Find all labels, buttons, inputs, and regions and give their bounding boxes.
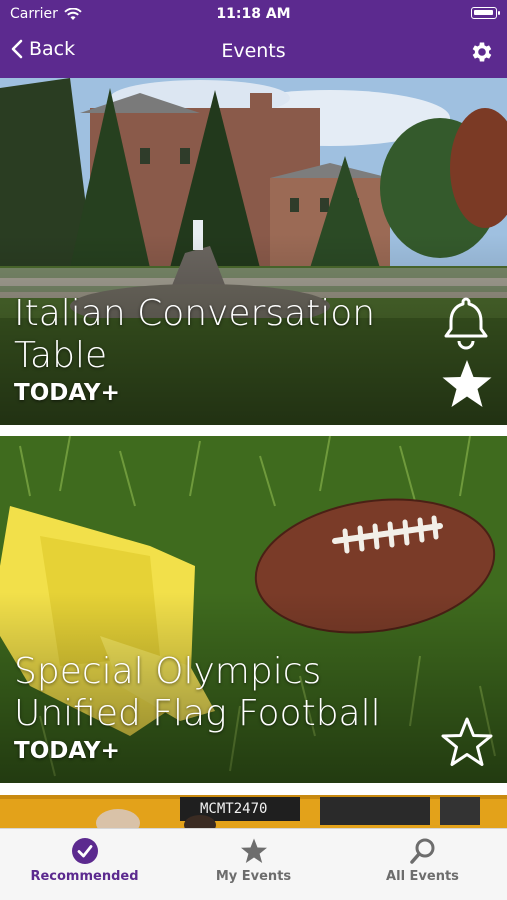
event-card-partial[interactable]: MCMT2470 — [0, 795, 507, 828]
event-date: TODAY+ — [14, 380, 120, 406]
check-circle-icon — [71, 838, 98, 864]
event-card[interactable]: Special Olympics Unified Flag Football T… — [0, 436, 507, 783]
tab-bar: Recommended My Events All Events — [0, 828, 507, 900]
tab-label: My Events — [215, 869, 292, 884]
tab-all-events[interactable]: All Events — [338, 837, 507, 884]
gear-icon[interactable] — [469, 39, 495, 65]
event-date: TODAY+ — [14, 738, 120, 764]
star-icon — [240, 838, 267, 863]
battery-icon — [471, 7, 500, 19]
status-bar: Carrier 11:18 AM — [0, 0, 507, 28]
tab-label: Recommended — [30, 869, 139, 884]
navigation-bar: Back Events — [0, 30, 507, 74]
status-time: 11:18 AM — [216, 6, 291, 22]
event-card[interactable]: Italian Conversation Table TODAY+ — [0, 78, 507, 425]
star-filled-icon[interactable] — [440, 358, 494, 410]
bell-icon[interactable] — [441, 295, 491, 351]
tab-label: All Events — [386, 869, 459, 884]
event-title: Italian Conversation Table — [14, 293, 376, 376]
star-outline-icon[interactable] — [440, 716, 494, 768]
event-title: Special Olympics Unified Flag Football — [14, 651, 381, 734]
top-bar: Carrier 11:18 AM Back Events — [0, 0, 507, 78]
tab-recommended[interactable]: Recommended — [0, 837, 169, 884]
search-icon — [409, 838, 434, 864]
tab-my-events[interactable]: My Events — [169, 837, 338, 884]
bus-number-text: MCMT2470 — [200, 801, 268, 817]
page-title: Events — [221, 40, 286, 62]
